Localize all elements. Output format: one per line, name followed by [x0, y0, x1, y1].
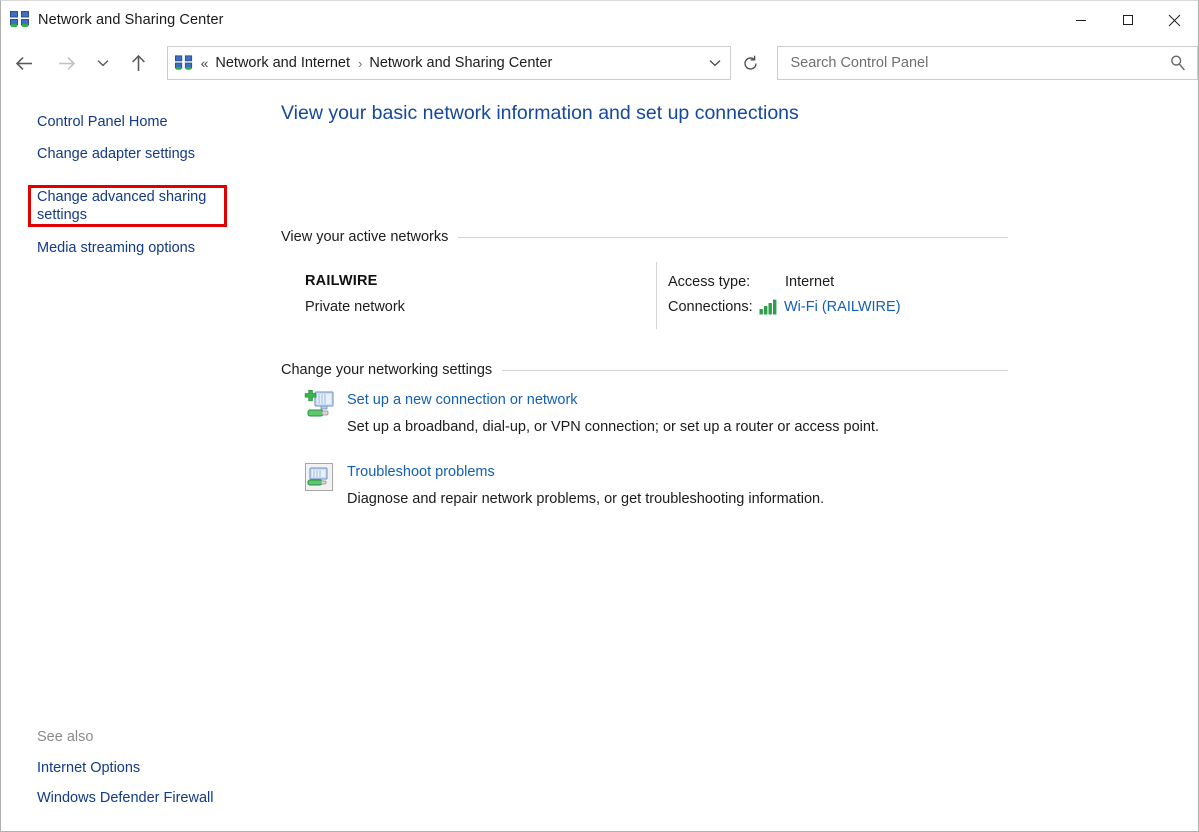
minimize-button[interactable]	[1057, 1, 1104, 39]
active-network-panel: RAILWIRE Private network Access type: In…	[281, 262, 1008, 337]
new-connection-icon	[303, 389, 335, 421]
connections-label: Connections:	[668, 299, 753, 315]
connection-link-wifi[interactable]: Wi-Fi (RAILWIRE)	[784, 299, 901, 315]
network-and-sharing-center-window: Network and Sharing Center « Network and…	[0, 0, 1199, 832]
task-title-link[interactable]: Set up a new connection or network	[347, 392, 578, 408]
network-sharing-icon	[174, 54, 193, 72]
page-title: View your basic network information and …	[281, 102, 799, 124]
search-icon[interactable]	[1169, 54, 1187, 72]
breadcrumb-separator-icon: ›	[358, 55, 363, 71]
breadcrumb-network-and-sharing-center[interactable]: Network and Sharing Center	[369, 55, 552, 71]
sidebar-item-change-adapter-settings[interactable]: Change adapter settings	[37, 145, 195, 163]
content-area: Control Panel Home Change adapter settin…	[1, 87, 1198, 831]
section-divider	[458, 236, 1008, 238]
address-bar[interactable]: « Network and Internet › Network and Sha…	[166, 46, 731, 80]
task-description: Diagnose and repair network problems, or…	[347, 491, 825, 507]
section-header-active-networks: View your active networks	[281, 229, 1008, 245]
sidebar-item-control-panel-home[interactable]: Control Panel Home	[37, 113, 168, 131]
section-header-networking-settings: Change your networking settings	[281, 362, 1008, 378]
wifi-signal-bars-icon	[759, 299, 778, 315]
see-also-label: See also	[37, 729, 94, 745]
sidebar: Control Panel Home Change adapter settin…	[1, 87, 263, 831]
main-panel: View your basic network information and …	[263, 87, 1198, 831]
close-button[interactable]	[1151, 1, 1198, 39]
task-title-link[interactable]: Troubleshoot problems	[347, 464, 495, 480]
search-input[interactable]	[790, 55, 1161, 71]
network-name: RAILWIRE	[305, 273, 378, 289]
network-sharing-icon	[10, 11, 30, 29]
see-also-item-windows-defender-firewall[interactable]: Windows Defender Firewall	[37, 790, 213, 806]
task-description: Set up a broadband, dial-up, or VPN conn…	[347, 419, 879, 435]
title-bar: Network and Sharing Center	[1, 1, 1198, 39]
up-arrow-icon[interactable]	[124, 48, 154, 78]
forward-arrow-icon[interactable]	[52, 48, 82, 78]
window-title: Network and Sharing Center	[38, 12, 224, 28]
recent-locations-chevron-icon[interactable]	[92, 48, 114, 78]
chevron-down-icon[interactable]	[700, 47, 730, 79]
breadcrumb-overflow[interactable]: «	[201, 55, 209, 71]
see-also-item-internet-options[interactable]: Internet Options	[37, 760, 140, 776]
maximize-button[interactable]	[1104, 1, 1151, 39]
sidebar-item-change-advanced-sharing-settings[interactable]: Change advanced sharing settings	[37, 188, 217, 224]
sidebar-item-media-streaming-options[interactable]: Media streaming options	[37, 239, 195, 257]
navigation-bar: « Network and Internet › Network and Sha…	[1, 39, 1198, 87]
back-arrow-icon[interactable]	[10, 48, 40, 78]
access-type-label: Access type:	[668, 274, 751, 290]
panel-vertical-divider	[656, 262, 657, 329]
search-box[interactable]	[777, 46, 1198, 80]
section-title: View your active networks	[281, 229, 449, 245]
section-divider	[502, 369, 1008, 371]
refresh-icon[interactable]	[735, 47, 767, 79]
network-profile-type: Private network	[305, 299, 405, 315]
window-controls	[1057, 1, 1198, 39]
access-type-value: Internet	[785, 274, 835, 290]
troubleshoot-icon	[303, 461, 335, 493]
breadcrumb-network-and-internet[interactable]: Network and Internet	[215, 55, 350, 71]
section-title: Change your networking settings	[281, 362, 493, 378]
